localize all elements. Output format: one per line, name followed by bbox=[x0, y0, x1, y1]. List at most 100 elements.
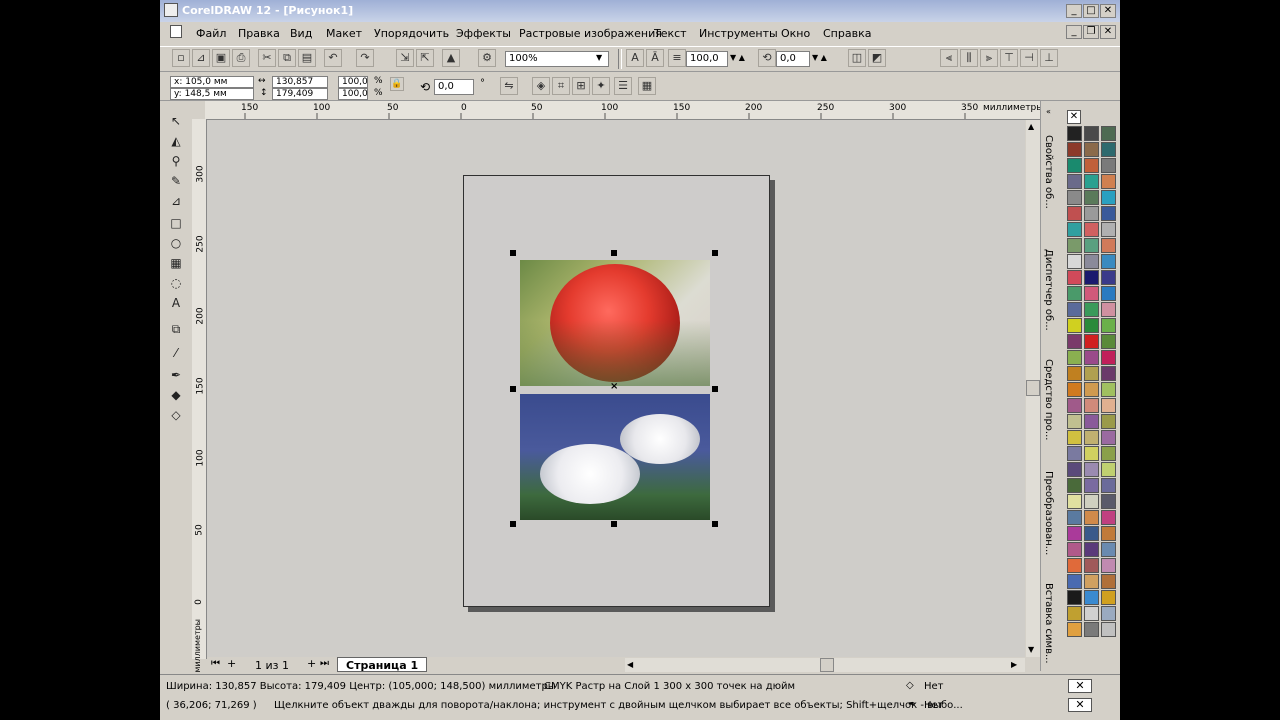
vertical-scrollbar[interactable]: ▲ ▼ bbox=[1026, 120, 1040, 657]
selection-handle[interactable] bbox=[712, 521, 718, 527]
color-swatch[interactable] bbox=[1067, 174, 1082, 189]
app-launcher-icon[interactable]: ▲ bbox=[442, 49, 460, 67]
color-swatch[interactable] bbox=[1067, 126, 1082, 141]
color-swatch[interactable] bbox=[1101, 350, 1116, 365]
import-icon[interactable]: ⇲ bbox=[396, 49, 414, 67]
outline-swatch[interactable]: ✕ bbox=[1068, 698, 1092, 712]
color-swatch[interactable] bbox=[1067, 350, 1082, 365]
color-swatch[interactable] bbox=[1084, 126, 1099, 141]
color-swatch[interactable] bbox=[1084, 622, 1099, 637]
color-swatch[interactable] bbox=[1084, 318, 1099, 333]
align-bottom-icon[interactable]: ⊥ bbox=[1040, 49, 1058, 67]
color-swatch[interactable] bbox=[1067, 302, 1082, 317]
color-swatch[interactable] bbox=[1101, 142, 1116, 157]
color-swatch[interactable] bbox=[1101, 542, 1116, 557]
color-swatch[interactable] bbox=[1067, 606, 1082, 621]
trace-icon[interactable]: ◈ bbox=[532, 77, 550, 95]
color-swatch[interactable] bbox=[1067, 158, 1082, 173]
interactive-blend-tool-icon[interactable]: ⧉ bbox=[166, 320, 186, 339]
color-swatch[interactable] bbox=[1067, 318, 1082, 333]
print-icon[interactable]: ⎙ bbox=[232, 49, 250, 67]
wrap-icon[interactable]: ☰ bbox=[614, 77, 632, 95]
copy-icon[interactable]: ⧉ bbox=[278, 49, 296, 67]
rectangle-tool-icon[interactable]: □ bbox=[166, 214, 186, 233]
chevron-down-icon[interactable]: ▼ bbox=[596, 53, 602, 62]
color-swatch[interactable] bbox=[1101, 430, 1116, 445]
docker-collapse-icon[interactable]: « bbox=[1046, 107, 1051, 116]
close-button[interactable]: ✕ bbox=[1100, 4, 1116, 18]
horizontal-scrollbar[interactable]: ◀ ▶ bbox=[625, 658, 1025, 672]
pick-tool-icon[interactable]: ↖ bbox=[166, 112, 186, 131]
menu-layout[interactable]: Макет bbox=[326, 27, 362, 40]
scroll-thumb[interactable] bbox=[1026, 380, 1040, 396]
docker-tab-transform[interactable]: Преобразован... bbox=[1043, 471, 1054, 555]
freehand-tool-icon[interactable]: ✎ bbox=[166, 172, 186, 191]
new-icon[interactable]: ▫ bbox=[172, 49, 190, 67]
color-swatch[interactable] bbox=[1067, 286, 1082, 301]
height-field[interactable]: 179,409 мм bbox=[272, 88, 328, 110]
color-swatch[interactable] bbox=[1101, 414, 1116, 429]
add-page-after-icon[interactable]: + bbox=[307, 657, 316, 670]
color-swatch[interactable] bbox=[1101, 366, 1116, 381]
align-right-icon[interactable]: ⫸ bbox=[980, 49, 998, 67]
color-swatch[interactable] bbox=[1101, 398, 1116, 413]
smart-fill-tool-icon[interactable]: ⊿ bbox=[166, 192, 186, 211]
color-swatch[interactable] bbox=[1067, 238, 1082, 253]
color-swatch[interactable] bbox=[1084, 334, 1099, 349]
docker-tab-object-properties[interactable]: Свойства об... bbox=[1043, 135, 1054, 209]
color-swatch[interactable] bbox=[1067, 430, 1082, 445]
color-swatch[interactable] bbox=[1067, 142, 1082, 157]
color-swatch[interactable] bbox=[1084, 478, 1099, 493]
color-swatch[interactable] bbox=[1067, 590, 1082, 605]
align-middle-icon[interactable]: ⊣ bbox=[1020, 49, 1038, 67]
color-swatch[interactable] bbox=[1101, 462, 1116, 477]
color-swatch[interactable] bbox=[1084, 398, 1099, 413]
menu-text[interactable]: Текст bbox=[654, 27, 687, 40]
menu-window[interactable]: Окно bbox=[781, 27, 810, 40]
fill-swatch[interactable]: ✕ bbox=[1068, 679, 1092, 693]
color-swatch[interactable] bbox=[1101, 510, 1116, 525]
color-swatch[interactable] bbox=[1067, 366, 1082, 381]
color-swatch[interactable] bbox=[1101, 206, 1116, 221]
shape-tool-icon[interactable]: ◭ bbox=[166, 132, 186, 151]
ellipse-tool-icon[interactable]: ○ bbox=[166, 234, 186, 253]
angle-field[interactable]: 0,0 bbox=[776, 51, 810, 67]
selection-handle[interactable] bbox=[712, 250, 718, 256]
color-swatch[interactable] bbox=[1067, 334, 1082, 349]
color-swatch[interactable] bbox=[1101, 558, 1116, 573]
color-swatch[interactable] bbox=[1067, 270, 1082, 285]
mirror-icon[interactable]: ⇋ bbox=[500, 77, 518, 95]
color-swatch[interactable] bbox=[1067, 414, 1082, 429]
scale-height-field[interactable]: 100,0 bbox=[338, 88, 368, 100]
color-swatch[interactable] bbox=[1067, 206, 1082, 221]
rotation-field[interactable]: 0,0 bbox=[434, 79, 474, 95]
color-swatch[interactable] bbox=[1067, 510, 1082, 525]
spin-icon[interactable]: ▼ ▲ bbox=[812, 53, 827, 62]
menu-view[interactable]: Вид bbox=[290, 27, 312, 40]
color-swatch[interactable] bbox=[1084, 382, 1099, 397]
text-edit-icon[interactable]: Ā bbox=[646, 49, 664, 67]
color-swatch[interactable] bbox=[1101, 574, 1116, 589]
selection-handle[interactable] bbox=[611, 250, 617, 256]
color-swatch[interactable] bbox=[1084, 462, 1099, 477]
basic-shapes-tool-icon[interactable]: ◌ bbox=[166, 274, 186, 293]
color-swatch[interactable] bbox=[1067, 382, 1082, 397]
color-swatch[interactable] bbox=[1101, 286, 1116, 301]
doc-close-button[interactable]: ✕ bbox=[1100, 25, 1116, 39]
color-swatch[interactable] bbox=[1101, 190, 1116, 205]
color-swatch[interactable] bbox=[1067, 494, 1082, 509]
color-swatch[interactable] bbox=[1084, 302, 1099, 317]
bitmap-rose[interactable] bbox=[520, 260, 710, 386]
angle-icon[interactable]: ⟲ bbox=[758, 49, 776, 67]
color-swatch[interactable] bbox=[1067, 558, 1082, 573]
color-swatch[interactable] bbox=[1101, 270, 1116, 285]
crop-icon[interactable]: ⌗ bbox=[552, 77, 570, 95]
selection-handle[interactable] bbox=[510, 386, 516, 392]
menu-file[interactable]: Файл bbox=[196, 27, 226, 40]
resample-icon[interactable]: ⊞ bbox=[572, 77, 590, 95]
color-swatch[interactable] bbox=[1101, 174, 1116, 189]
interactive-fill-tool-icon[interactable]: ◇ bbox=[166, 406, 186, 425]
color-swatch[interactable] bbox=[1084, 558, 1099, 573]
effect-icon[interactable]: ✦ bbox=[592, 77, 610, 95]
horizontal-ruler[interactable]: 150 100 50 0 50 100 150 200 250 300 350 … bbox=[205, 101, 1043, 120]
